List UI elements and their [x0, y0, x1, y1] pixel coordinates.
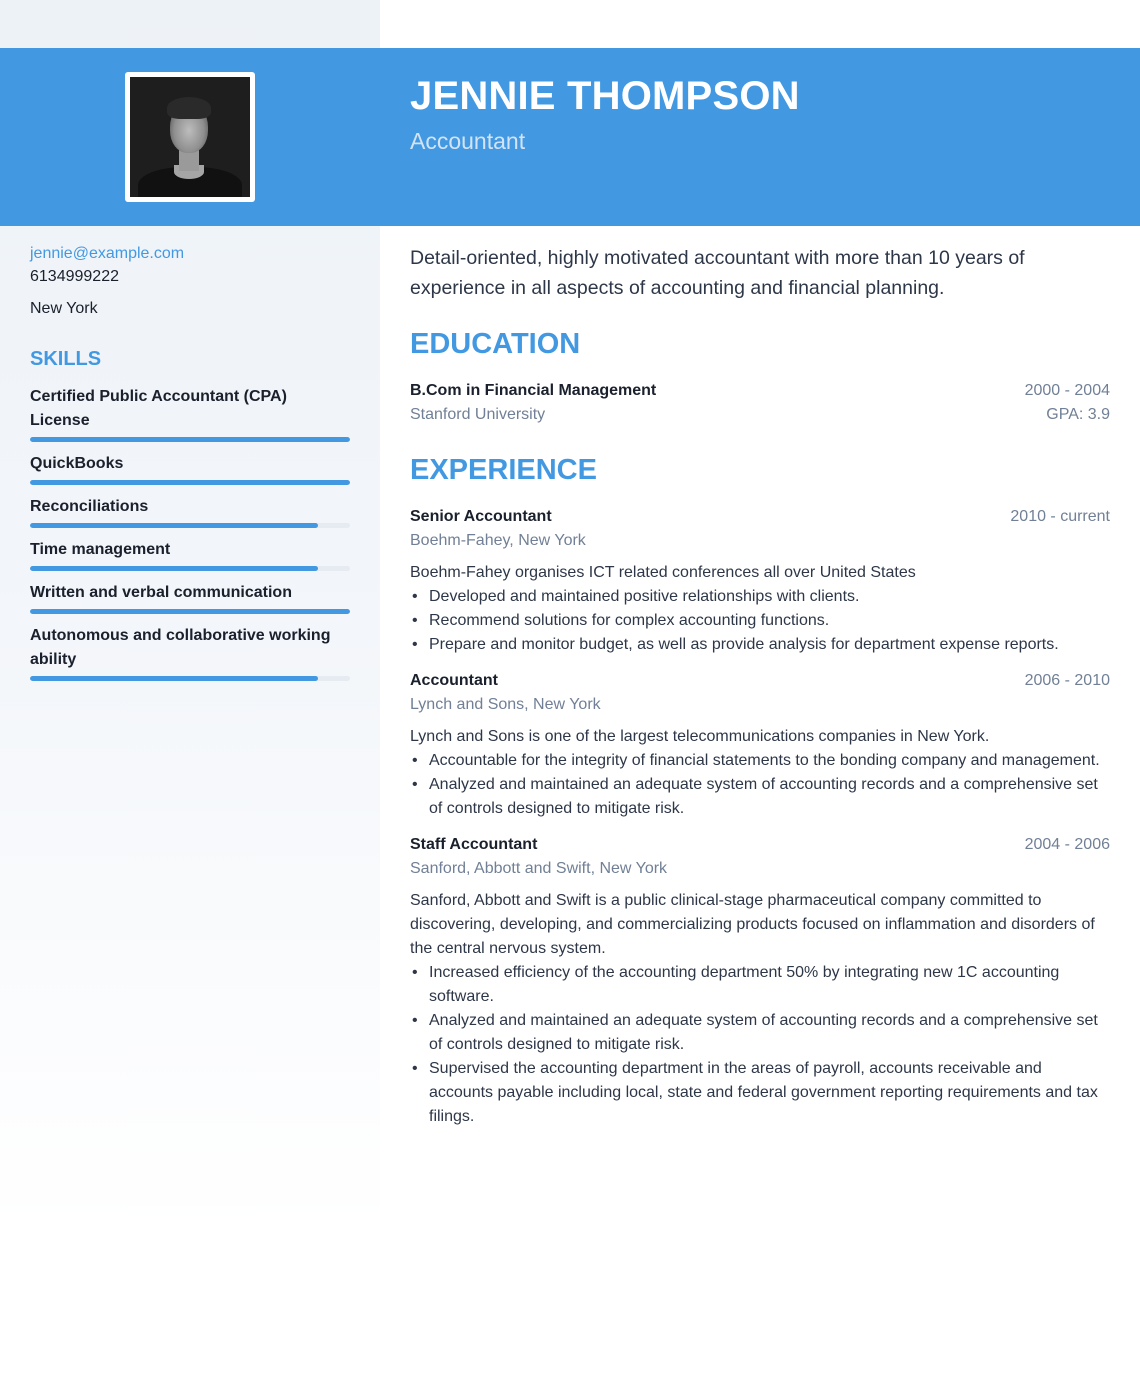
skill-level-fill [30, 566, 318, 571]
contact-phone: 6134999222 [30, 268, 119, 285]
job-title: Staff Accountant [410, 836, 538, 853]
skill-level-fill [30, 480, 350, 485]
job-title: Senior Accountant [410, 508, 552, 525]
bullet-icon: • [412, 1060, 418, 1077]
profile-photo [125, 72, 255, 202]
bullet-text: Analyzed and maintained an adequate syst… [429, 776, 1098, 817]
bullet-text: Recommend solutions for complex accounti… [429, 612, 830, 629]
experience-entry: Senior Accountant 2010 - current Boehm-Fah… [410, 505, 1110, 657]
experience-entry: Staff Accountant 2004 - 2006 Sanford, Abbo… [410, 833, 1110, 1129]
job-description: Lynch and Sons is one of the largest tel… [410, 728, 990, 745]
skill-level-bar [30, 480, 350, 485]
bullet-icon: • [412, 612, 418, 629]
skill-name: Autonomous and collaborative working abi… [30, 627, 331, 668]
candidate-title: Accountant [410, 128, 526, 154]
job-company: Sanford, Abbott and Swift, New York [410, 860, 668, 877]
bullet-text: Prepare and monitor budget, as well as p… [429, 636, 1059, 653]
skill-item: Time management [30, 538, 350, 571]
job-bullet: • Analyzed and maintained an adequate sys… [410, 773, 1110, 821]
education-degree: B.Com in Financial Management [410, 382, 657, 399]
job-bullet: • Prepare and monitor budget, as well as … [410, 633, 1110, 657]
bullet-icon: • [412, 588, 418, 605]
skill-level-bar [30, 609, 350, 614]
bullet-icon: • [412, 964, 418, 981]
skill-level-bar [30, 566, 350, 571]
job-company: Lynch and Sons, New York [410, 696, 601, 713]
skill-level-fill [30, 523, 318, 528]
skill-item: Autonomous and collaborative working abi… [30, 624, 350, 681]
education-heading: EDUCATION [410, 328, 581, 360]
job-bullets: • Increased efficiency of the accounting … [410, 961, 1110, 1129]
job-bullet: • Supervised the accounting department in… [410, 1057, 1110, 1129]
bullet-text: Accountable for the integrity of financi… [429, 752, 1100, 769]
skill-level-fill [30, 437, 350, 442]
skills-list: Certified Public Accountant (CPA) Licens… [30, 385, 350, 681]
bullet-icon: • [412, 776, 418, 793]
skill-level-bar [30, 676, 350, 681]
candidate-name: JENNIE THOMPSON [410, 74, 800, 118]
job-years: 2004 - 2006 [1024, 836, 1110, 853]
skill-name: QuickBooks [30, 455, 124, 472]
job-company: Boehm-Fahey, New York [410, 532, 586, 549]
education-years: 2000 - 2004 [1024, 382, 1110, 399]
skill-item: Certified Public Accountant (CPA) Licens… [30, 385, 350, 442]
main-content: Detail-oriented, highly motivated accoun… [410, 243, 1110, 1129]
job-years: 2010 - current [1010, 508, 1110, 525]
skill-name: Written and verbal communication [30, 584, 292, 601]
skill-name: Certified Public Accountant (CPA) Licens… [30, 388, 287, 429]
skill-name: Reconciliations [30, 498, 149, 515]
bullet-text: Analyzed and maintained an adequate syst… [429, 1012, 1098, 1053]
contact-email-link[interactable]: jennie@example.com [30, 243, 350, 265]
job-bullet: • Recommend solutions for complex account… [410, 609, 1110, 633]
contact-city: New York [30, 300, 98, 317]
skill-level-bar [30, 523, 350, 528]
job-description: Sanford, Abbott and Swift is a public cl… [410, 892, 1095, 957]
experience-entry: Accountant 2006 - 2010 Lynch and Sons, New… [410, 669, 1110, 821]
education-gpa: GPA: 3.9 [1046, 406, 1110, 423]
job-bullets: • Accountable for the integrity of financ… [410, 749, 1110, 821]
summary: Detail-oriented, highly motivated accoun… [410, 247, 1025, 299]
skill-item: Written and verbal communication [30, 581, 350, 614]
experience-list: Senior Accountant 2010 - current Boehm-Fah… [410, 505, 1110, 1129]
skill-item: QuickBooks [30, 452, 350, 485]
job-bullet: • Accountable for the integrity of financ… [410, 749, 1110, 773]
skill-name: Time management [30, 541, 171, 558]
education-entry: B.Com in Financial Management 2000 - 200… [410, 379, 1110, 427]
job-description: Boehm-Fahey organises ICT related confer… [410, 564, 916, 581]
skill-item: Reconciliations [30, 495, 350, 528]
bullet-icon: • [412, 752, 418, 769]
job-bullet: • Developed and maintained positive relat… [410, 585, 1110, 609]
bullet-text: Developed and maintained positive relati… [429, 588, 860, 605]
sidebar: jennie@example.com 6134999222 New York S… [30, 243, 350, 691]
skill-level-fill [30, 609, 350, 614]
skill-level-bar [30, 437, 350, 442]
bullet-text: Increased efficiency of the accounting d… [429, 964, 1060, 1005]
job-title: Accountant [410, 672, 498, 689]
education-school: Stanford University [410, 406, 546, 423]
avatar-image [130, 77, 250, 197]
skills-heading: SKILLS [30, 348, 102, 370]
job-years: 2006 - 2010 [1024, 672, 1110, 689]
bullet-text: Supervised the accounting department in … [429, 1060, 1098, 1125]
job-bullet: • Increased efficiency of the accounting … [410, 961, 1110, 1009]
bullet-icon: • [412, 1012, 418, 1029]
bullet-icon: • [412, 636, 418, 653]
experience-heading: EXPERIENCE [410, 454, 597, 486]
skill-level-fill [30, 676, 318, 681]
job-bullet: • Analyzed and maintained an adequate sys… [410, 1009, 1110, 1057]
job-bullets: • Developed and maintained positive relat… [410, 585, 1110, 657]
